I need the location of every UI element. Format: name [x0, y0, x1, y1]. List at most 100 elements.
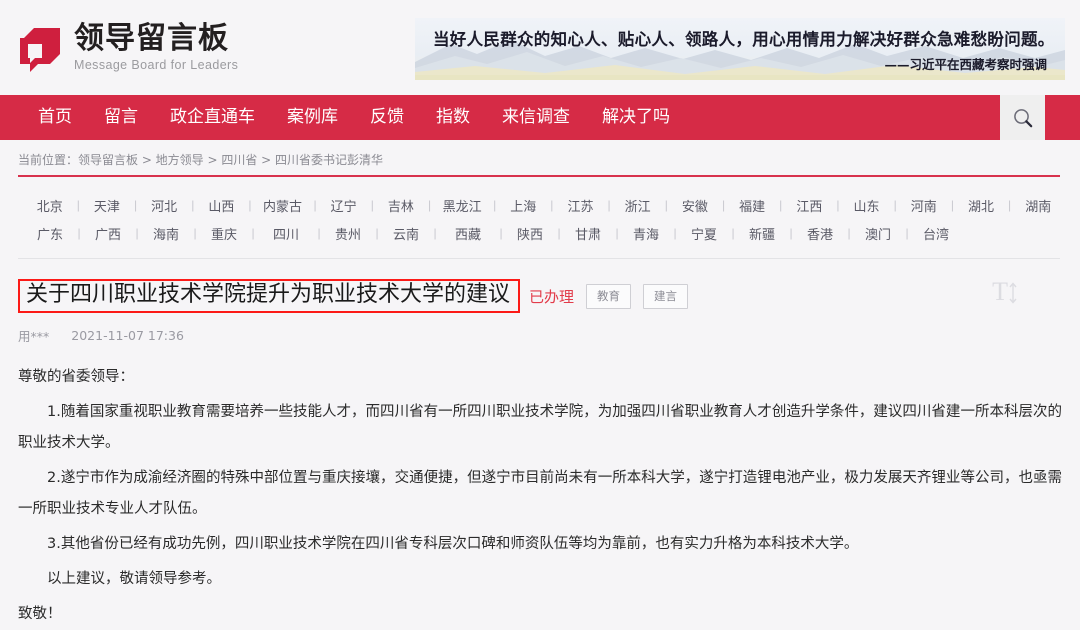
font-size-icon[interactable]: T	[992, 279, 1018, 305]
post-paragraph-salute: 致敬！	[18, 606, 62, 622]
breadcrumb[interactable]: 当前位置：领导留言板 > 地方领导 > 四川省 > 四川省委书记彭清华	[18, 151, 1080, 168]
speech-bubble-logo-icon	[16, 24, 64, 72]
province-link-jiangxi[interactable]: 江西	[788, 196, 831, 215]
province-link-taiwan[interactable]: 台湾	[914, 224, 958, 243]
province-separator: |	[615, 226, 619, 240]
page-title: 关于四川职业技术学院提升为职业技术大学的建议	[26, 282, 511, 307]
province-separator: |	[779, 198, 783, 212]
province-separator: |	[550, 198, 554, 212]
province-link-hebei[interactable]: 河北	[142, 196, 185, 215]
site-header: 领导留言板 Message Board for Leaders 当好人民群众的知…	[0, 0, 1080, 95]
province-link-shaanxi[interactable]: 陕西	[508, 224, 552, 243]
province-link-inner-mongolia[interactable]: 内蒙古	[257, 196, 308, 215]
province-link-guangxi[interactable]: 广西	[86, 224, 130, 243]
province-link-guizhou[interactable]: 贵州	[326, 224, 370, 243]
post-paragraph-3: 3.其他省份已经有成功先例，四川职业技术学院在四川省专科层次口碑和师资队伍等均为…	[47, 536, 859, 552]
province-link-hunan[interactable]: 湖南	[1017, 196, 1060, 215]
nav-item-list: 首页 留言 政企直通车 案例库 反馈 指数 来信调查 解决了吗	[0, 95, 686, 140]
province-separator: |	[950, 198, 954, 212]
nav-item-feedback[interactable]: 反馈	[354, 95, 420, 140]
province-separator: |	[375, 226, 379, 240]
province-separator: |	[193, 226, 197, 240]
post-title-highlight-box: 关于四川职业技术学院提升为职业技术大学的建议	[18, 279, 521, 313]
province-separator: |	[499, 226, 503, 240]
province-link-guangdong[interactable]: 广东	[28, 224, 72, 243]
province-link-jilin[interactable]: 吉林	[379, 196, 422, 215]
province-separator: |	[721, 198, 726, 212]
status-badge: 已办理	[529, 287, 575, 306]
province-link-sichuan[interactable]: 四川	[260, 224, 312, 243]
post-paragraph-2: 2.遂宁市作为成渝经济圈的特殊中部位置与重庆接壤，交通便捷，但遂宁市目前尚未有一…	[18, 470, 1062, 517]
province-link-hubei[interactable]: 湖北	[959, 196, 1002, 215]
province-link-xinjiang[interactable]: 新疆	[740, 224, 784, 243]
tag-suggestion[interactable]: 建言	[643, 283, 689, 309]
province-separator: |	[313, 198, 317, 212]
post-datetime: 2021-11-07 17:36	[71, 328, 184, 343]
post-paragraph-1: 1.随着国家重视职业教育需要培养一些技能人才，而四川省有一所四川职业技术学院，为…	[18, 404, 1062, 451]
nav-item-case-library[interactable]: 案例库	[271, 95, 354, 140]
province-separator: |	[135, 226, 139, 240]
province-link-henan[interactable]: 河南	[902, 196, 945, 215]
post-title-row: 关于四川职业技术学院提升为职业技术大学的建议 已办理 教育 建言 T	[18, 277, 1080, 315]
nav-item-letter-survey[interactable]: 来信调查	[486, 95, 586, 140]
province-link-yunnan[interactable]: 云南	[384, 224, 428, 243]
province-separator: |	[673, 226, 677, 240]
page-root: 领导留言板 Message Board for Leaders 当好人民群众的知…	[0, 0, 1080, 622]
province-separator: |	[557, 226, 561, 240]
province-separator: |	[370, 198, 374, 212]
province-link-hongkong[interactable]: 香港	[798, 224, 842, 243]
province-link-anhui[interactable]: 安徽	[673, 196, 716, 215]
province-link-shanxi[interactable]: 山西	[200, 196, 243, 215]
province-link-tibet[interactable]: 西藏	[442, 224, 494, 243]
province-separator: |	[847, 226, 851, 240]
tag-education[interactable]: 教育	[586, 283, 632, 309]
province-separator: |	[493, 198, 497, 212]
banner-attribution: ——习近平在西藏考察时强调	[884, 57, 1047, 72]
province-link-hainan[interactable]: 海南	[144, 224, 188, 243]
province-separator: |	[76, 198, 80, 212]
banner-quote: 当好人民群众的知心人、贴心人、领路人，用心用情用力解决好群众急难愁盼问题。	[433, 30, 1055, 49]
province-separator: |	[893, 198, 897, 212]
province-row-2: 广东 | 广西 | 海南 | 重庆 | 四川 | 贵州 | 云南 | 西藏 | …	[18, 219, 1060, 247]
breadcrumb-wrapper: 当前位置：领导留言板 > 地方领导 > 四川省 > 四川省委书记彭清华	[0, 140, 1080, 170]
province-separator: |	[731, 226, 735, 240]
brand-text: 领导留言板 Message Board for Leaders	[74, 20, 239, 72]
post-meta: 用*** 2021-11-07 17:36	[18, 326, 1080, 345]
province-link-zhejiang[interactable]: 浙江	[616, 196, 659, 215]
province-link-tianjin[interactable]: 天津	[85, 196, 128, 215]
province-selector: 北京 | 天津 | 河北 | 山西 | 内蒙古 | 辽宁 | 吉林 | 黑龙江 …	[18, 191, 1060, 259]
province-link-liaoning[interactable]: 辽宁	[322, 196, 365, 215]
brand-name-en: Message Board for Leaders	[74, 57, 239, 72]
province-link-gansu[interactable]: 甘肃	[566, 224, 610, 243]
province-separator: |	[427, 198, 432, 212]
province-link-heilongjiang[interactable]: 黑龙江	[436, 196, 487, 215]
province-separator: |	[905, 226, 909, 240]
province-link-ningxia[interactable]: 宁夏	[682, 224, 726, 243]
province-separator: |	[1008, 198, 1012, 212]
province-link-jiangsu[interactable]: 江苏	[559, 196, 602, 215]
province-link-fujian[interactable]: 福建	[730, 196, 773, 215]
province-link-qinghai[interactable]: 青海	[624, 224, 668, 243]
nav-item-messages[interactable]: 留言	[88, 95, 154, 140]
up-down-arrow-icon	[1009, 282, 1017, 304]
search-icon	[1013, 108, 1032, 127]
province-row-1: 北京 | 天津 | 河北 | 山西 | 内蒙古 | 辽宁 | 吉林 | 黑龙江 …	[18, 191, 1060, 219]
province-separator: |	[789, 226, 793, 240]
post-paragraph-closing: 以上建议，敬请领导参考。	[47, 571, 221, 587]
search-button[interactable]	[1000, 95, 1045, 140]
nav-item-home[interactable]: 首页	[22, 95, 88, 140]
province-link-beijing[interactable]: 北京	[28, 196, 71, 215]
brand-name-cn: 领导留言板	[74, 20, 229, 56]
site-brand[interactable]: 领导留言板 Message Board for Leaders	[16, 18, 238, 78]
province-separator: |	[836, 198, 840, 212]
nav-item-gov-biz-express[interactable]: 政企直通车	[154, 95, 271, 140]
nav-item-index[interactable]: 指数	[420, 95, 486, 140]
province-link-shanghai[interactable]: 上海	[502, 196, 545, 215]
post-paragraph-greeting: 尊敬的省委领导：	[18, 369, 134, 385]
province-link-shandong[interactable]: 山东	[845, 196, 888, 215]
province-separator: |	[664, 198, 668, 212]
nav-item-resolved[interactable]: 解决了吗	[586, 95, 686, 140]
province-link-macau[interactable]: 澳门	[856, 224, 900, 243]
slogan-banner[interactable]: 当好人民群众的知心人、贴心人、领路人，用心用情用力解决好群众急难愁盼问题。 ——…	[415, 18, 1065, 80]
province-link-chongqing[interactable]: 重庆	[202, 224, 246, 243]
